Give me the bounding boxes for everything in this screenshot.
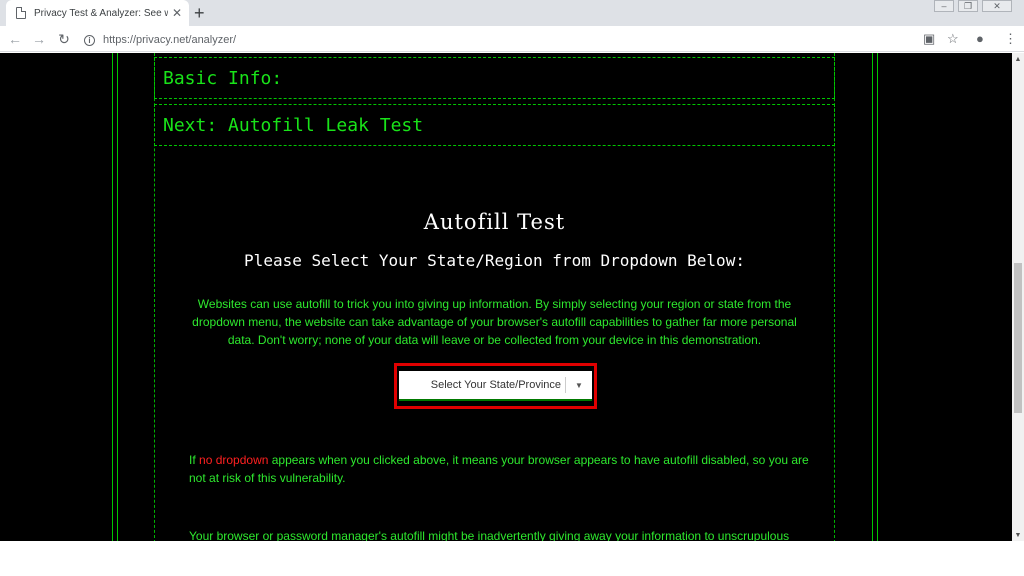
restore-icon[interactable]: ❐ xyxy=(958,0,978,12)
window-close-icon[interactable]: ✕ xyxy=(982,0,1012,12)
account-icon[interactable]: ● xyxy=(976,31,984,46)
right-border-line xyxy=(877,53,878,541)
page-viewport: Basic Info: Next: Autofill Leak Test Aut… xyxy=(0,53,1012,541)
scroll-up-icon[interactable]: ▲ xyxy=(1012,53,1024,65)
section-basic-info: Basic Info: xyxy=(154,57,835,99)
cast-icon[interactable]: ▣ xyxy=(923,31,935,47)
autofill-note: If no dropdown appears when you clicked … xyxy=(189,451,809,487)
plus-icon[interactable]: + xyxy=(194,3,205,23)
page-title: Autofill Test xyxy=(423,210,566,234)
page-subtitle: Please Select Your State/Region from Dro… xyxy=(244,251,745,270)
left-border-line xyxy=(112,53,113,541)
tab-title: Privacy Test & Analyzer: See wha xyxy=(34,7,168,19)
star-icon[interactable]: ☆ xyxy=(947,31,959,47)
section-next-autofill[interactable]: Next: Autofill Leak Test xyxy=(154,104,835,146)
caret-down-icon[interactable]: ▼ xyxy=(566,381,592,390)
scrollbar-thumb[interactable] xyxy=(1014,263,1022,413)
page-icon xyxy=(16,7,26,19)
note-suffix: appears when you clicked above, it means… xyxy=(189,453,809,485)
vertical-scrollbar[interactable]: ▲ ▼ xyxy=(1012,53,1024,541)
tab-strip: Privacy Test & Analyzer: See wha ✕ + – ❐… xyxy=(0,0,1024,26)
state-province-select[interactable]: Select Your State/Province ▼ xyxy=(399,371,592,401)
arrow-right-icon[interactable]: → xyxy=(30,30,48,48)
bottom-bar xyxy=(0,541,1024,576)
browser-tab[interactable]: Privacy Test & Analyzer: See wha ✕ xyxy=(6,0,189,26)
scroll-down-icon[interactable]: ▼ xyxy=(1012,529,1024,541)
url-text[interactable]: https://privacy.net/analyzer/ xyxy=(103,34,236,46)
minimize-icon[interactable]: – xyxy=(934,0,954,12)
browser-toolbar: ← → ↻ i https://privacy.net/analyzer/ ▣ … xyxy=(0,26,1024,52)
kebab-menu-icon[interactable]: ⋮ xyxy=(1004,31,1017,47)
info-icon[interactable]: i xyxy=(84,34,95,46)
close-icon[interactable]: ✕ xyxy=(172,6,182,20)
description-text: Websites can use autofill to trick you i… xyxy=(192,297,797,347)
address-bar[interactable]: i https://privacy.net/analyzer/ xyxy=(84,32,236,48)
select-placeholder: Select Your State/Province xyxy=(430,379,561,391)
reload-icon[interactable]: ↻ xyxy=(55,30,73,48)
note-prefix: If xyxy=(189,453,200,467)
right-border-line-inner xyxy=(872,53,873,541)
note-highlight: no dropdown xyxy=(199,453,269,467)
autofill-warning-text: Your browser or password manager's autof… xyxy=(189,529,790,541)
left-border-line-inner xyxy=(117,53,118,541)
arrow-left-icon[interactable]: ← xyxy=(6,30,24,48)
